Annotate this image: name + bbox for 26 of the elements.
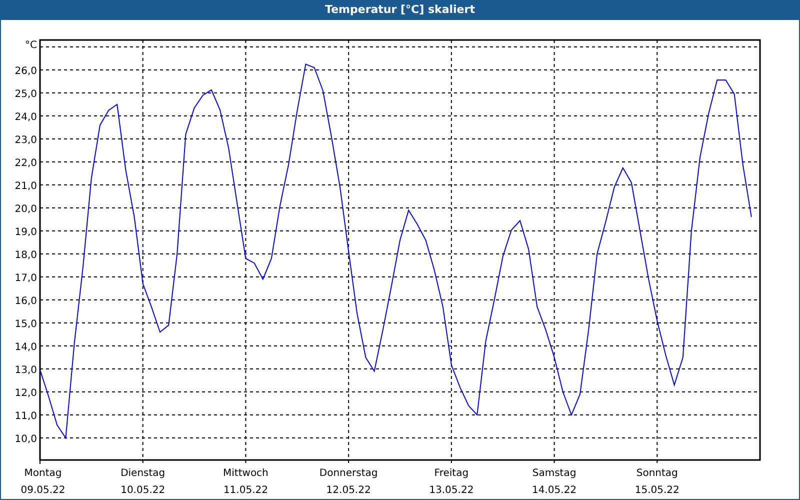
x-tick-label: Sonntag 15.05.22 bbox=[634, 468, 680, 496]
x-tick-label: Mittwoch 11.05.22 bbox=[223, 468, 268, 496]
x-tick-label: Freitag 13.05.22 bbox=[429, 468, 474, 496]
y-tick-label: 13,0 bbox=[14, 364, 37, 376]
y-tick-label: 12,0 bbox=[14, 388, 37, 399]
y-tick-label: 23,0 bbox=[14, 134, 37, 146]
y-axis-label: °C bbox=[25, 40, 37, 51]
x-tick-label: Samstag 14.05.22 bbox=[532, 468, 577, 496]
y-tick-label: 25,0 bbox=[14, 88, 37, 100]
window-title: Temperatur [°C] skaliert bbox=[324, 2, 476, 18]
y-tick-label: 20,0 bbox=[14, 204, 37, 215]
y-tick-label: 19,0 bbox=[14, 226, 37, 238]
y-tick-label: 10,0 bbox=[14, 434, 37, 445]
y-tick-label: 11,0 bbox=[14, 410, 37, 422]
y-tick-label: 14,0 bbox=[14, 342, 37, 353]
y-tick-label: 24,0 bbox=[14, 112, 37, 123]
y-tick-label: 26,0 bbox=[14, 66, 37, 77]
x-tick-label: Dienstag 10.05.22 bbox=[120, 468, 166, 496]
y-tick-label: 21,0 bbox=[14, 180, 37, 192]
y-tick-label: 16,0 bbox=[14, 296, 37, 307]
x-tick-label: Donnerstag 12.05.22 bbox=[319, 468, 378, 496]
y-tick-label: 17,0 bbox=[14, 272, 37, 284]
y-tick-label: 15,0 bbox=[14, 318, 37, 330]
y-tick-label: 22,0 bbox=[14, 158, 37, 169]
y-tick-label: 18,0 bbox=[14, 250, 37, 261]
x-tick-label: Montag 09.05.22 bbox=[20, 468, 66, 496]
